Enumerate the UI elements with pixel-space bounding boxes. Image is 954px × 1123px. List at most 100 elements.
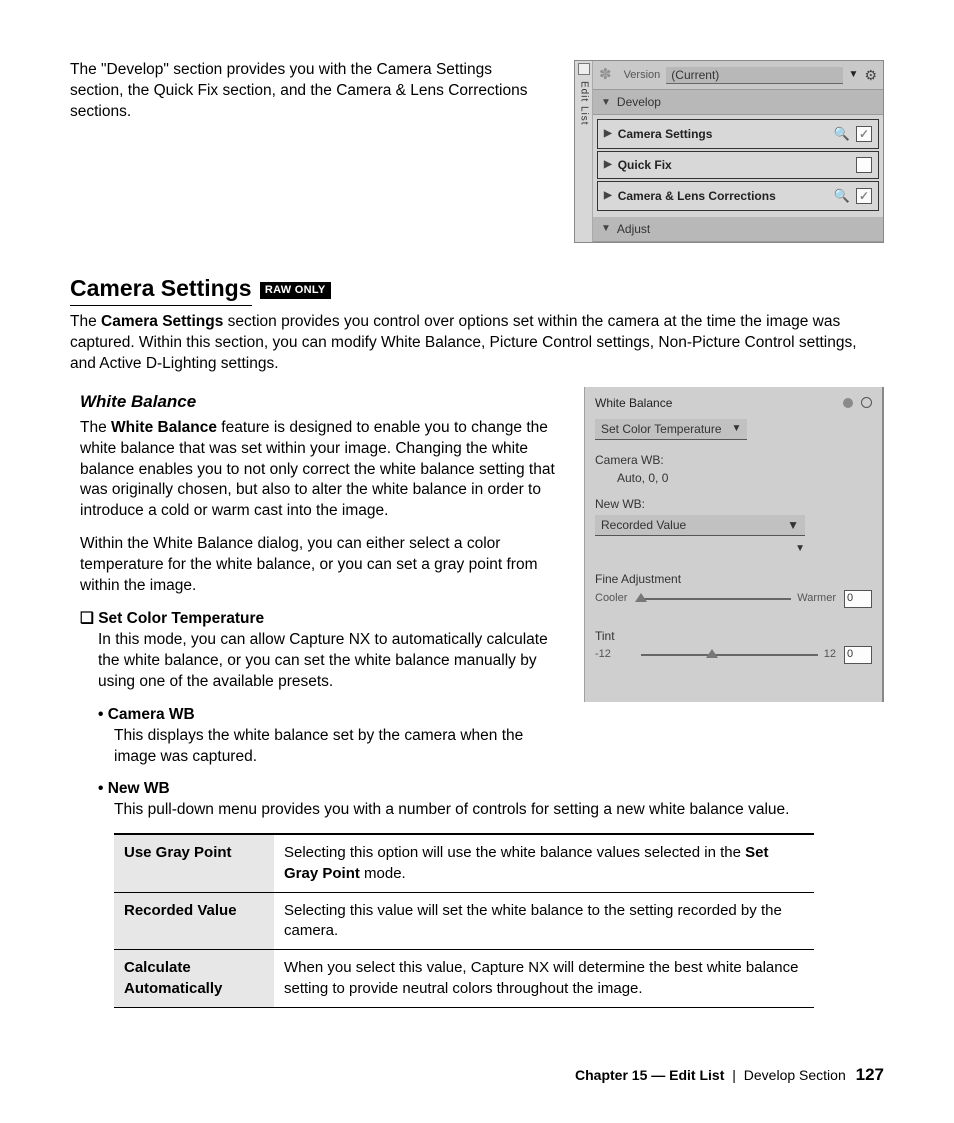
secondary-dropdown[interactable]: ▼ [595, 542, 805, 556]
table-row: Recorded Value Selecting this value will… [114, 892, 814, 950]
triangle-right-icon: ▶ [604, 127, 612, 141]
set-color-temperature-body: In this mode, you can allow Capture NX t… [98, 630, 566, 693]
camera-wb-heading: Camera WB [98, 705, 566, 726]
wb-paragraph-2: Within the White Balance dialog, you can… [80, 534, 566, 597]
text: Selecting this option will use the white… [284, 844, 745, 861]
wb-paragraph-1: The White Balance feature is designed to… [80, 418, 566, 523]
version-label: Version [624, 68, 661, 83]
warmer-label: Warmer [797, 591, 836, 606]
camera-wb-value: Auto, 0, 0 [617, 470, 872, 486]
dropdown-value: Set Color Temperature [601, 421, 722, 437]
option-desc: Selecting this option will use the white… [274, 834, 814, 892]
table-row: Use Gray Point Selecting this option wil… [114, 834, 814, 892]
text: The [70, 313, 101, 330]
version-dropdown[interactable]: (Current) [666, 67, 842, 84]
page-number: 127 [856, 1065, 884, 1084]
heading-text: Camera WB [108, 706, 195, 723]
triangle-down-icon: ▼ [601, 222, 611, 236]
section-heading: Camera Settings [70, 273, 252, 306]
intro-paragraph: The "Develop" section provides you with … [70, 60, 556, 135]
chevron-down-icon: ▼ [787, 517, 799, 533]
option-name: Calculate Automatically [114, 950, 274, 1008]
dropdown-value: Recorded Value [601, 517, 686, 533]
camera-wb-body: This displays the white balance set by t… [114, 726, 566, 768]
tint-slider[interactable] [641, 654, 818, 656]
adjust-section-header[interactable]: ▼ Adjust [593, 217, 883, 242]
row-camera-settings[interactable]: ▶ Camera Settings 🔍 ✓ [597, 119, 879, 149]
edit-list-panel: Edit List ✽ Version (Current) ▼ ⚙ ▼ Deve… [574, 60, 884, 243]
raw-only-badge: RAW ONLY [260, 282, 331, 299]
table-row: Calculate Automatically When you select … [114, 950, 814, 1008]
option-desc: When you select this value, Capture NX w… [274, 950, 814, 1008]
triangle-down-icon: ▼ [601, 96, 611, 110]
bold-text: White Balance [111, 419, 217, 436]
fine-adjustment-block: Fine Adjustment Cooler Warmer 0 [595, 571, 872, 607]
magnifier-icon[interactable]: 🔍 [834, 187, 850, 205]
slider-thumb-icon[interactable] [635, 593, 647, 602]
collapse-icon[interactable] [578, 63, 590, 75]
tint-label: Tint [595, 628, 872, 644]
intro-text: The "Develop" section provides you with … [70, 60, 546, 123]
option-name: Recorded Value [114, 892, 274, 950]
gear-icon[interactable]: ⚙ [864, 66, 877, 85]
new-wb-options-table: Use Gray Point Selecting this option wil… [114, 833, 814, 1008]
chevron-down-icon: ▼ [795, 542, 805, 556]
heading-text: Set Color Temperature [98, 610, 264, 627]
new-wb-heading: New WB [98, 779, 884, 800]
tint-block: Tint -12 12 0 [595, 628, 872, 664]
row-label: Camera Settings [618, 126, 828, 142]
edit-list-topbar: ✽ Version (Current) ▼ ⚙ [593, 61, 883, 90]
tint-value-input[interactable]: 0 [844, 646, 872, 664]
option-desc: Selecting this value will set the white … [274, 892, 814, 950]
bold-text: Camera Settings [101, 313, 223, 330]
edit-list-side-label: Edit List [577, 81, 591, 126]
page-footer: Chapter 15 — Edit List | Develop Section… [575, 1064, 884, 1087]
white-balance-heading: White Balance [80, 391, 566, 414]
fine-adjustment-slider[interactable] [641, 598, 791, 600]
cooler-label: Cooler [595, 591, 635, 606]
heading-text: New WB [108, 780, 170, 797]
text: When you select this value, Capture NX w… [284, 959, 798, 996]
adjust-label: Adjust [617, 221, 650, 237]
heading-text: Camera Settings [70, 275, 252, 301]
camera-wb-label: Camera WB: [595, 452, 872, 468]
white-balance-panel: White Balance Set Color Temperature ▼ Ca… [584, 387, 884, 702]
new-wb-label: New WB: [595, 496, 872, 512]
camera-settings-heading-row: Camera Settings RAW ONLY [70, 273, 884, 312]
snowflake-icon[interactable]: ✽ [599, 65, 612, 85]
develop-label: Develop [617, 94, 661, 110]
row-label: Quick Fix [618, 157, 850, 173]
row-label: Camera & Lens Corrections [618, 188, 828, 204]
text: mode. [360, 865, 406, 882]
row-quick-fix[interactable]: ▶ Quick Fix [597, 151, 879, 179]
triangle-right-icon: ▶ [604, 189, 612, 203]
wb-panel-title: White Balance [595, 395, 843, 411]
magnifier-icon[interactable]: 🔍 [834, 125, 850, 143]
checkbox[interactable] [856, 157, 872, 173]
checkbox[interactable]: ✓ [856, 126, 872, 142]
fine-adjustment-label: Fine Adjustment [595, 571, 872, 587]
edit-list-sidebar: Edit List [575, 61, 593, 242]
reset-circle-icon[interactable] [861, 397, 872, 408]
set-color-temperature-heading: Set Color Temperature [80, 609, 566, 630]
text: Selecting this value will set the white … [284, 902, 782, 939]
checkbox[interactable]: ✓ [856, 188, 872, 204]
text: The [80, 419, 111, 436]
chevron-down-icon: ▼ [732, 422, 742, 436]
wb-mode-dropdown[interactable]: Set Color Temperature ▼ [595, 419, 747, 440]
status-dot-icon[interactable] [843, 398, 853, 408]
tint-min-label: -12 [595, 647, 635, 662]
footer-chapter: Chapter 15 — Edit List [575, 1067, 724, 1083]
slider-thumb-icon[interactable] [706, 649, 718, 658]
tint-max-label: 12 [824, 647, 836, 662]
fine-adjustment-value-input[interactable]: 0 [844, 590, 872, 608]
version-value: (Current) [671, 67, 719, 83]
row-camera-lens-corrections[interactable]: ▶ Camera & Lens Corrections 🔍 ✓ [597, 181, 879, 211]
new-wb-body: This pull-down menu provides you with a … [114, 800, 884, 821]
new-wb-dropdown[interactable]: Recorded Value ▼ [595, 515, 805, 536]
triangle-right-icon: ▶ [604, 158, 612, 172]
separator: | [732, 1067, 736, 1083]
chevron-down-icon[interactable]: ▼ [849, 68, 859, 82]
option-name: Use Gray Point [114, 834, 274, 892]
develop-section-header[interactable]: ▼ Develop [593, 90, 883, 115]
